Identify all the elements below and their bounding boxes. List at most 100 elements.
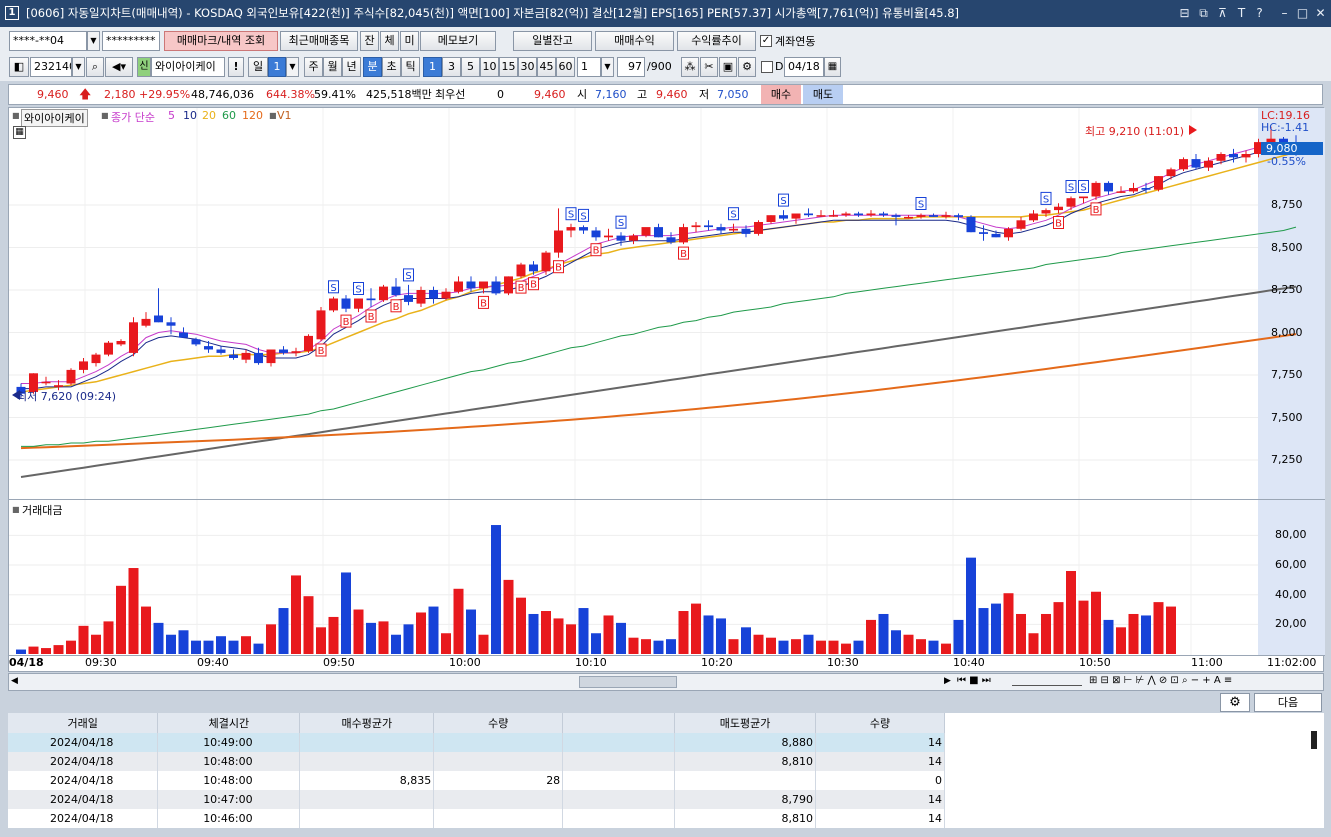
period-dropdown-icon[interactable]: ▼ [286,57,299,77]
sell-button[interactable]: 매도 [803,85,843,104]
period-minute-button[interactable]: 분 [363,57,382,77]
search-icon[interactable]: ⌕ [86,57,104,77]
buy-mark-label: B [1055,219,1062,230]
window-copy-icon[interactable]: ⧉ [1195,0,1212,27]
period-year-button[interactable]: 년 [342,57,361,77]
stock-code-input[interactable]: 232140 [30,57,72,77]
unfilled-button[interactable]: 미 [400,31,419,51]
header-buy-qty[interactable]: 수량 [433,713,564,733]
price-axis-background [1258,108,1325,655]
header-sell-qty[interactable]: 수량 [815,713,945,733]
filled-button[interactable]: 체 [380,31,399,51]
period-week-button[interactable]: 주 [304,57,323,77]
scroll-left-icon[interactable]: ◀ [11,676,18,686]
table-row[interactable]: 2024/04/18 10:48:00 8,835 28 0 [8,771,945,790]
minimize-button[interactable]: – [1276,0,1293,27]
window-layout-icon[interactable]: ⊟ [1176,0,1193,27]
table-row[interactable]: 2024/04/18 10:48:00 8,810 14 [8,752,945,771]
volume-bar [1128,613,1139,654]
zoom-slider[interactable] [1012,677,1082,686]
interval-5-button[interactable]: 5 [461,57,480,77]
table-cell: 0 [815,771,945,790]
period-day-button[interactable]: 일 [248,57,268,77]
settings-icon[interactable]: ⚙ [738,57,756,77]
daily-balance-button[interactable]: 일별잔고 [513,31,592,51]
interval-45-button[interactable]: 45 [537,57,556,77]
speaker-icon[interactable]: ◀▾ [105,57,133,77]
account-link-checkbox[interactable]: ✓ [760,35,772,47]
maximize-button[interactable]: □ [1294,0,1311,27]
interval-10-button[interactable]: 10 [480,57,499,77]
table-scrollbar-thumb[interactable] [1311,731,1317,749]
account-input[interactable]: ****-**04 [9,31,87,51]
interval-30-button[interactable]: 30 [518,57,537,77]
help-icon[interactable]: ? [1251,0,1268,27]
header-buy-avg[interactable]: 매수평균가 [299,713,435,733]
pin-icon[interactable]: ⊼ [1214,0,1231,27]
table-row[interactable]: 2024/04/18 10:49:00 8,880 14 [8,733,945,752]
header-trade-date[interactable]: 거래일 [8,713,159,733]
count-dropdown-icon[interactable]: ▼ [601,57,614,77]
interval-1-button[interactable]: 1 [423,57,442,77]
candle-chart[interactable]: BSBSBBSBB BBS SBSBSS S SBS SB [9,108,1325,673]
font-icon[interactable]: T [1233,0,1250,27]
volume-pane-title[interactable]: 거래대금 [22,502,62,518]
trade-profit-button[interactable]: 매매수익 [595,31,674,51]
period-month-button[interactable]: 월 [323,57,342,77]
period-tick-button[interactable]: 틱 [401,57,420,77]
stock-legend[interactable]: 와이아이케이 [21,109,88,127]
draw-tool-icon[interactable]: ✂ [700,57,718,77]
volume-bar [1078,600,1089,654]
calendar-icon[interactable]: ▦ [824,57,841,77]
account-dropdown-icon[interactable]: ▼ [87,31,100,51]
ma-legend-title[interactable]: 종가 단순 [111,109,155,125]
candle-body [491,281,501,294]
recent-trades-button[interactable]: 최근매매종목 [280,31,358,51]
password-input[interactable]: ********* [102,31,160,51]
trade-mark-query-button[interactable]: 매매마크/내역 조회 [164,31,278,51]
return-trend-button[interactable]: 수익률추이 [677,31,756,51]
date-checkbox[interactable] [761,61,773,73]
drawing-tools-icon[interactable]: ⊞ ⊟ ⊠ ⊢ ⊬ ⋀ ⊘ ⊡ ⌕ − + A ≡ [1089,675,1232,686]
date-input[interactable]: 04/18 [784,57,824,77]
trade-history-table[interactable]: 거래일 체결시간 매수평균가 수량 매도평균가 수량 2024/04/18 10:… [8,713,945,828]
v1-legend[interactable]: V1 [277,109,292,122]
stock-code-dropdown-icon[interactable]: ▼ [72,57,85,77]
volume-bar [528,613,539,654]
alert-button[interactable]: ! [228,57,244,77]
grid-toggle-icon[interactable]: ▦ [13,126,26,139]
period-second-button[interactable]: 초 [382,57,401,77]
close-button[interactable]: ✕ [1312,0,1329,27]
time-tick-label: 11:00 [1191,656,1223,669]
interval-60-button[interactable]: 60 [556,57,575,77]
chart-panel[interactable]: BSBSBBSBBBBSSBSBSSSSBSSB ■ 와이아이케이 ■ 종가 단… [8,107,1325,673]
table-row[interactable]: 2024/04/18 10:46:00 8,810 14 [8,809,945,828]
candle-body [604,235,613,238]
candle-body [279,349,288,353]
scroll-right-icon[interactable]: ▶ [944,676,951,686]
balance-button[interactable]: 잔 [360,31,379,51]
time-tick-label: 10:50 [1079,656,1111,669]
buy-button[interactable]: 매수 [761,85,801,104]
count-input[interactable]: 1 [577,57,601,77]
candle-body [1241,154,1251,158]
save-icon[interactable]: ▣ [719,57,737,77]
pane-handle-icon[interactable]: ■ [12,111,20,120]
header-exec-time[interactable]: 체결시간 [157,713,301,733]
indicator-icon[interactable]: ⁂ [681,57,699,77]
sell-mark-label: S [580,211,586,222]
grid-settings-icon[interactable]: ⚙ [1220,693,1250,712]
interval-3-button[interactable]: 3 [442,57,461,77]
memo-button[interactable]: 메모보기 [420,31,496,51]
next-button[interactable]: 다음 [1254,693,1322,712]
interval-15-button[interactable]: 15 [499,57,518,77]
chart-scrollbar[interactable]: ◀ ▶ ⏮ ■ ⏭ ⊞ ⊟ ⊠ ⊢ ⊬ ⋀ ⊘ ⊡ ⌕ − + A ≡ [8,673,1324,691]
table-row[interactable]: 2024/04/18 10:47:00 8,790 14 [8,790,945,809]
chart-type-icon[interactable]: ◧ [9,57,29,77]
scroll-thumb[interactable] [579,676,677,688]
period-value[interactable]: 1 [268,57,286,77]
header-sell-avg[interactable]: 매도평균가 [674,713,817,733]
bar-count-input[interactable]: 97 [617,57,645,77]
up-arrow-icon: 🡅 [79,87,92,101]
playback-controls-icon[interactable]: ⏮ ■ ⏭ [957,675,991,686]
